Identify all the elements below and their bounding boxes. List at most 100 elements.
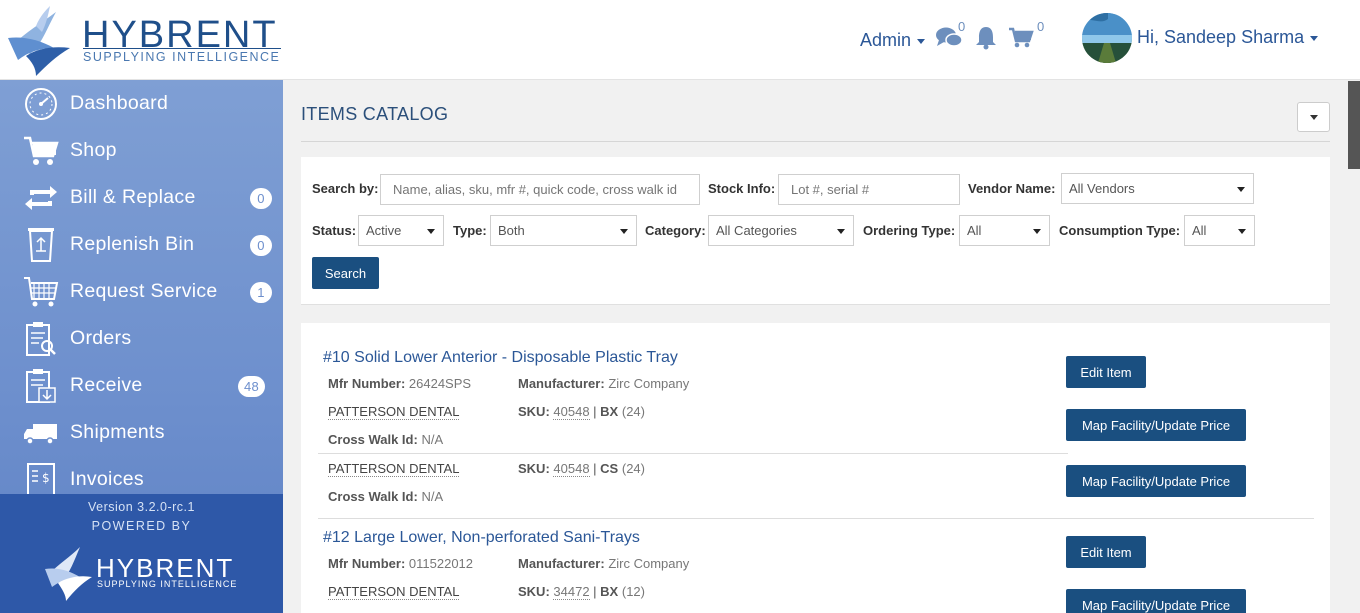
sidebar-item-label: Shipments [70, 421, 165, 443]
cross-walk-value: N/A [421, 432, 444, 447]
edit-item-button[interactable]: Edit Item [1066, 356, 1146, 388]
sidebar-item-replenish-bin[interactable]: Replenish Bin 0 [0, 221, 283, 268]
receive-count: 48 [238, 376, 266, 397]
vendor-name[interactable]: PATTERSON DENTAL [328, 461, 460, 477]
chevron-down-icon [1237, 187, 1245, 192]
sidebar-item-receive[interactable]: Receive 48 [0, 362, 283, 409]
sidebar-footer: Version 3.2.0-rc.1 POWERED BY HYBRENT SU… [0, 494, 283, 613]
type-label: Type: [453, 223, 487, 238]
vendor-name-label: Vendor Name: [968, 181, 1056, 196]
sku-info: SKU: 40548 | BX (24) [518, 404, 645, 420]
sidebar-item-label: Replenish Bin [70, 233, 195, 255]
sku-value[interactable]: 40548 [553, 404, 590, 420]
chevron-down-icon [1310, 35, 1319, 41]
avatar[interactable] [1082, 13, 1132, 63]
status-select-value: Active [366, 223, 402, 238]
request-service-count: 1 [250, 282, 272, 303]
status-label: Status: [312, 223, 357, 238]
bill-replace-icon [22, 179, 60, 217]
sidebar-item-label: Bill & Replace [70, 186, 196, 208]
category-select[interactable]: All Categories [708, 215, 854, 246]
map-facility-button[interactable]: Map Facility/Update Price [1066, 409, 1246, 441]
admin-menu[interactable]: Admin [860, 30, 926, 51]
panel-toggle-button[interactable] [1297, 102, 1330, 132]
consumption-type-select[interactable]: All [1184, 215, 1255, 246]
uom-qty: (12) [621, 584, 645, 599]
ordering-type-select[interactable]: All [959, 215, 1050, 246]
sidebar-item-request-service[interactable]: Request Service 1 [0, 268, 283, 315]
sidebar-item-shop[interactable]: Shop [0, 127, 283, 174]
orders-icon [22, 320, 60, 358]
user-greeting: Hi, Sandeep Sharma [1137, 27, 1305, 47]
caret-down-icon [1309, 114, 1318, 120]
manufacturer-label: Manufacturer: [518, 376, 605, 391]
sidebar-item-invoices[interactable]: $ Invoices [0, 456, 283, 494]
item-title-link[interactable]: #12 Large Lower, Non-perforated Sani-Tra… [323, 529, 640, 547]
sidebar-item-label: Request Service [70, 280, 218, 302]
app-version: Version 3.2.0-rc.1 [88, 500, 195, 514]
replenish-bin-count: 0 [250, 235, 272, 256]
chevron-down-icon [427, 229, 435, 234]
cross-walk-label: Cross Walk Id: [328, 432, 418, 447]
cross-walk-label: Cross Walk Id: [328, 489, 418, 504]
category-label: Category: [645, 223, 706, 238]
category-select-value: All Categories [716, 223, 797, 238]
hybrent-logo[interactable]: HYBRENT SUPPLYING INTELLIGENCE [6, 4, 286, 78]
page-scrollbar[interactable] [1348, 81, 1360, 613]
search-button[interactable]: Search [312, 257, 379, 289]
vendor-select[interactable]: All Vendors [1061, 173, 1254, 204]
item-title-link[interactable]: #10 Solid Lower Anterior - Disposable Pl… [323, 349, 678, 367]
hybrent-bird-icon [45, 547, 92, 601]
admin-label: Admin [860, 30, 912, 50]
invoice-icon: $ [22, 461, 60, 494]
cart-icon[interactable] [1008, 27, 1034, 49]
bell-icon[interactable] [975, 25, 997, 50]
mfr-number-value: 26424SPS [408, 376, 472, 391]
cross-walk: Cross Walk Id: N/A [328, 432, 443, 447]
map-facility-button[interactable]: Map Facility/Update Price [1066, 465, 1246, 497]
items-list: #10 Solid Lower Anterior - Disposable Pl… [301, 323, 1330, 613]
logo-divider [83, 48, 281, 49]
sidebar-item-orders[interactable]: Orders [0, 315, 283, 362]
search-input[interactable] [380, 174, 700, 205]
mfr-number-label: Mfr Number: [328, 376, 406, 391]
sku-info: SKU: 40548 | CS (24) [518, 461, 645, 477]
vendor-divider [318, 453, 1068, 454]
vendor-name[interactable]: PATTERSON DENTAL [328, 404, 460, 420]
cart-count: 0 [1037, 19, 1045, 34]
uom-qty: (24) [621, 404, 645, 419]
uom: CS [600, 461, 619, 476]
sidebar-item-label: Dashboard [70, 92, 169, 114]
chevron-down-icon [837, 229, 845, 234]
vendor-select-value: All Vendors [1069, 181, 1135, 196]
uom-qty: (24) [621, 461, 645, 476]
sku-label: SKU: [518, 461, 550, 476]
edit-item-button[interactable]: Edit Item [1066, 536, 1146, 568]
cross-walk-value: N/A [421, 489, 444, 504]
bill-replace-count: 0 [250, 188, 272, 209]
user-menu[interactable]: Hi, Sandeep Sharma [1137, 27, 1319, 48]
map-facility-button[interactable]: Map Facility/Update Price [1066, 589, 1246, 613]
stock-info-input[interactable] [778, 174, 960, 205]
consumption-type-select-value: All [1192, 223, 1207, 238]
sku-label: SKU: [518, 404, 550, 419]
main-content: ITEMS CATALOG Search by: Stock Info: Ven… [283, 81, 1348, 613]
sidebar-item-shipments[interactable]: Shipments [0, 409, 283, 456]
sku-value[interactable]: 34472 [553, 584, 590, 600]
manufacturer-value: Zirc Company [608, 376, 690, 391]
sidebar-item-bill-replace[interactable]: Bill & Replace 0 [0, 174, 283, 221]
sidebar-item-dashboard[interactable]: Dashboard [0, 80, 283, 127]
chat-count: 0 [958, 19, 966, 34]
sidebar: Dashboard Shop Bill & Replace 0 Replenis… [0, 80, 283, 613]
manufacturer-value: Zirc Company [608, 556, 690, 571]
vendor-name[interactable]: PATTERSON DENTAL [328, 584, 460, 600]
status-select[interactable]: Active [358, 215, 444, 246]
stock-info-label: Stock Info: [708, 181, 776, 196]
mfr-number: Mfr Number: 26424SPS [328, 376, 471, 391]
scrollbar-thumb[interactable] [1348, 81, 1360, 169]
type-select[interactable]: Both [490, 215, 637, 246]
sidebar-item-label: Shop [70, 139, 117, 161]
sku-value[interactable]: 40548 [553, 461, 590, 477]
manufacturer-label: Manufacturer: [518, 556, 605, 571]
mfr-number: Mfr Number: 011522012 [328, 556, 473, 571]
